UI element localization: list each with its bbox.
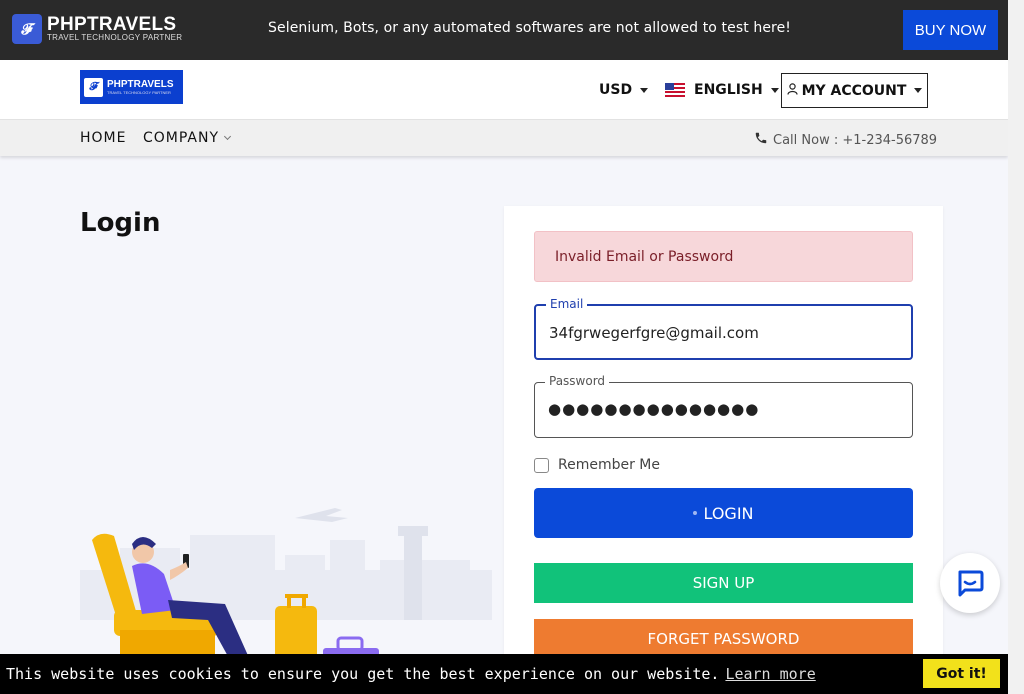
currency-dropdown[interactable]: USD (599, 82, 649, 98)
email-field[interactable]: Email 34fgrwegerfgre@gmail.com (534, 297, 913, 360)
us-flag-icon (665, 83, 685, 97)
signup-button-label: SIGN UP (692, 574, 755, 592)
brand-logo[interactable]: 𝓕 PHPTRAVELS TRAVEL TECHNOLOGY PARTNER (80, 70, 183, 104)
error-alert: Invalid Email or Password (534, 231, 913, 282)
got-it-button[interactable]: Got it! (923, 659, 1000, 688)
signup-button[interactable]: SIGN UP (534, 563, 913, 603)
password-field[interactable]: Password ●●●●●●●●●●●●●●● (534, 374, 913, 438)
call-now[interactable]: Call Now : +1-234-56789 (754, 131, 937, 149)
nav-company-label: COMPANY (143, 130, 220, 146)
caret-down-icon (914, 88, 923, 93)
password-input[interactable]: ●●●●●●●●●●●●●●● (548, 400, 759, 418)
automation-notice: Selenium, Bots, or any automated softwar… (268, 20, 792, 36)
logo-tagline: TRAVEL TECHNOLOGY PARTNER (47, 32, 183, 42)
my-account-button[interactable]: MY ACCOUNT (781, 73, 928, 108)
main-nav: HOME COMPANY Call Now : +1-234-56789 (0, 120, 1008, 156)
travel-illustration (80, 508, 492, 660)
password-label: Password (545, 374, 610, 388)
chat-widget-button[interactable] (940, 553, 1000, 613)
loading-dot-icon (693, 511, 698, 515)
learn-more-link[interactable]: Learn more (725, 665, 815, 683)
topbar: 𝓕 PHPTRAVELS TRAVEL TECHNOLOGY PARTNER S… (0, 0, 1008, 60)
login-card: Invalid Email or Password Email 34fgrweg… (504, 206, 943, 666)
forget-password-button[interactable]: FORGET PASSWORD (534, 619, 913, 659)
my-account-label: MY ACCOUNT (801, 82, 907, 99)
login-button[interactable]: LOGIN (534, 488, 913, 538)
page-title: Login (80, 208, 161, 238)
remember-me-label: Remember Me (558, 457, 660, 473)
logo-icon: 𝓕 (84, 77, 103, 97)
phone-icon (754, 131, 768, 149)
logo-text: PHPTRAVELS TRAVEL TECHNOLOGY PARTNER (47, 13, 183, 43)
buy-now-button[interactable]: BUY NOW (903, 10, 998, 50)
email-input[interactable]: 34fgrwegerfgre@gmail.com (549, 324, 759, 342)
language-label: ENGLISH (694, 82, 763, 98)
chat-icon (958, 570, 984, 597)
logo-name: PHPTRAVELS (47, 13, 177, 35)
nav-home-label: HOME (80, 130, 127, 146)
remember-me[interactable]: Remember Me (534, 457, 660, 473)
user-icon (786, 83, 798, 98)
email-label: Email (546, 297, 588, 311)
language-dropdown[interactable]: ENGLISH (665, 82, 779, 98)
brand-name: PHPTRAVELS (107, 78, 174, 90)
topbar-logo[interactable]: 𝓕 PHPTRAVELS TRAVEL TECHNOLOGY PARTNER (12, 14, 182, 44)
remember-me-checkbox[interactable] (534, 457, 549, 473)
error-alert-text: Invalid Email or Password (555, 248, 734, 265)
nav-home[interactable]: HOME (80, 130, 126, 146)
logo-icon: 𝓕 (12, 14, 42, 44)
login-button-label: LOGIN (703, 503, 754, 523)
cookie-banner: This website uses cookies to ensure you … (0, 654, 1008, 694)
page-scrollbar[interactable] (1008, 0, 1024, 694)
cookie-message: This website uses cookies to ensure you … (6, 665, 816, 683)
caret-down-icon (640, 87, 649, 93)
chevron-down-icon (223, 132, 232, 141)
forget-password-label: FORGET PASSWORD (647, 630, 800, 648)
currency-label: USD (599, 82, 633, 98)
header: 𝓕 PHPTRAVELS TRAVEL TECHNOLOGY PARTNER U… (0, 60, 1008, 120)
nav-company[interactable]: COMPANY (143, 130, 232, 146)
caret-down-icon (770, 87, 779, 93)
brand-text: PHPTRAVELS TRAVEL TECHNOLOGY PARTNER (107, 79, 174, 96)
cookie-text: This website uses cookies to ensure you … (6, 665, 720, 683)
brand-tagline: TRAVEL TECHNOLOGY PARTNER (107, 89, 171, 95)
call-now-text: Call Now : +1-234-56789 (773, 132, 938, 148)
